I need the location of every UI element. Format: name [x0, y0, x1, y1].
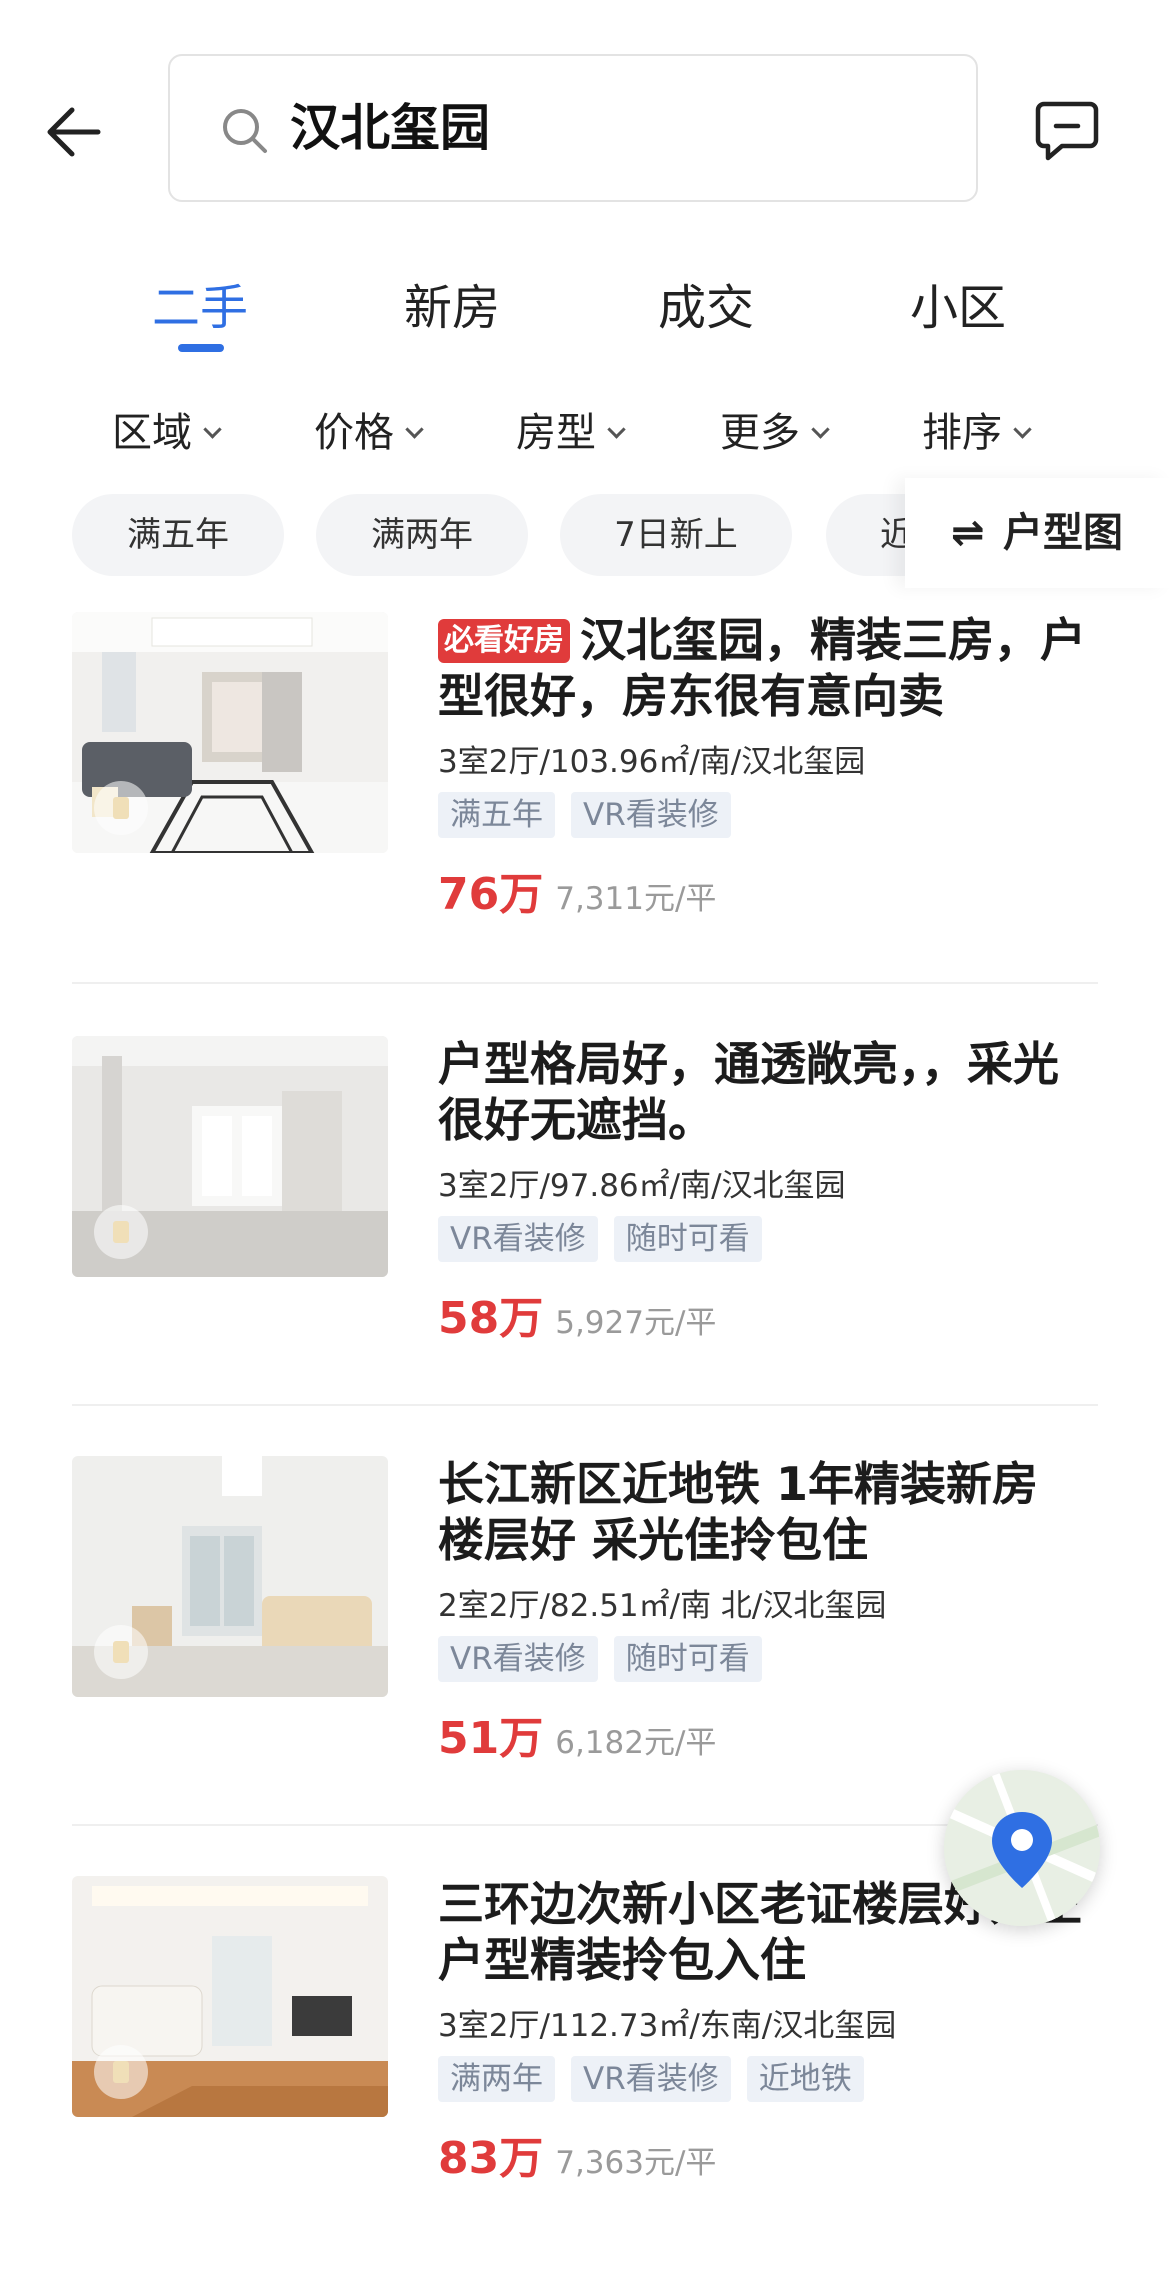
chevron-down-icon: [607, 420, 626, 439]
filter-more[interactable]: 更多: [720, 400, 830, 458]
listing-meta: 3室2厅/112.73㎡/东南/汉北玺园: [438, 2008, 897, 2044]
filter-district[interactable]: 区域: [112, 400, 222, 458]
tag: 近地铁: [746, 2056, 864, 2102]
tag: 满两年: [438, 2056, 555, 2102]
chip-two-years[interactable]: 满两年: [316, 494, 528, 576]
tab-second-hand[interactable]: 二手: [152, 268, 248, 338]
floor-plan-label: 户型图: [1003, 510, 1123, 556]
filter-label: 房型: [516, 410, 596, 456]
listing-tags: VR看装修 随时可看: [438, 1636, 778, 1682]
back-arrow-icon[interactable]: [40, 92, 120, 172]
listing-photo: [72, 612, 388, 853]
total-price: 83万: [438, 2133, 544, 2184]
tag: VR看装修: [571, 792, 731, 838]
listing-meta: 2室2厅/82.51㎡/南 北/汉北玺园: [438, 1588, 887, 1624]
swap-icon: ⇌: [951, 510, 985, 556]
listing-card[interactable]: 三环边次新小区老证楼层好方正户型精装拎包入住 3室2厅/112.73㎡/东南/汉…: [0, 1876, 1170, 2286]
listing-tags: 满两年 VR看装修 近地铁: [438, 2056, 880, 2102]
divider: [72, 1824, 1098, 1826]
filter-price[interactable]: 价格: [314, 400, 424, 458]
filter-layout[interactable]: 房型: [516, 400, 626, 458]
listing-title: 长江新区近地铁 1年精装新房 楼层好 采光佳拎包住: [438, 1457, 1039, 1567]
listing-title: 户型格局好，通透敞亮，，采光很好无遮挡。: [438, 1037, 1059, 1147]
chip-new-7-days[interactable]: 7日新上: [560, 494, 792, 576]
listing-price: 51万 6,182元/平: [438, 1702, 716, 1766]
unit-price: 6,182元/平: [555, 1725, 717, 1761]
divider: [72, 982, 1098, 984]
tag: VR看装修: [438, 1636, 598, 1682]
map-pin-icon: [944, 1770, 1100, 1926]
unit-price: 5,927元/平: [555, 1305, 717, 1341]
filter-sort[interactable]: 排序: [922, 400, 1032, 458]
filter-label: 价格: [314, 410, 394, 456]
listing-meta: 3室2厅/97.86㎡/南/汉北玺园: [438, 1168, 846, 1204]
chevron-down-icon: [811, 420, 830, 439]
vr-badge-icon: [94, 1205, 148, 1259]
chevron-down-icon: [203, 420, 222, 439]
search-box[interactable]: 汉北玺园: [168, 54, 978, 202]
vr-badge-icon: [94, 781, 148, 835]
vr-badge-icon: [94, 2045, 148, 2099]
tag: 随时可看: [613, 1216, 762, 1262]
active-tab-indicator: [178, 344, 224, 352]
chevron-down-icon: [1013, 420, 1032, 439]
listing-title: 必看好房 汉北玺园，精装三房，户型很好，房东很有意向卖: [438, 612, 1098, 724]
floor-plan-button[interactable]: ⇌ 户型图: [905, 478, 1170, 588]
filter-bar: 区域 价格 房型 更多 排序: [0, 390, 1170, 470]
message-icon[interactable]: [1032, 96, 1102, 166]
listing-tags: 满五年 VR看装修: [438, 792, 747, 838]
must-see-badge: 必看好房: [438, 619, 570, 663]
search-query: 汉北玺园: [290, 99, 490, 157]
total-price: 76万: [438, 869, 544, 920]
tab-new-house[interactable]: 新房: [404, 268, 500, 338]
divider: [72, 1404, 1098, 1406]
total-price: 51万: [438, 1713, 544, 1764]
total-price: 58万: [438, 1293, 544, 1344]
vr-badge-icon: [94, 1625, 148, 1679]
listing-tags: VR看装修 随时可看: [438, 1216, 778, 1262]
listing-price: 76万 7,311元/平: [438, 858, 716, 922]
unit-price: 7,311元/平: [555, 881, 717, 917]
filter-label: 区域: [112, 410, 192, 456]
chip-five-years[interactable]: 满五年: [72, 494, 284, 576]
tab-community[interactable]: 小区: [910, 268, 1006, 338]
filter-label: 更多: [720, 410, 800, 456]
listing-price: 83万 7,363元/平: [438, 2122, 716, 2186]
listing-price: 58万 5,927元/平: [438, 1282, 716, 1346]
chevron-down-icon: [405, 420, 424, 439]
tab-deals[interactable]: 成交: [658, 268, 754, 338]
listing-meta: 3室2厅/103.96㎡/南/汉北玺园: [438, 744, 866, 780]
tag: VR看装修: [571, 2056, 731, 2102]
listing-photo: [72, 1036, 388, 1277]
listing-photo: [72, 1876, 388, 2117]
map-view-button[interactable]: [944, 1770, 1100, 1926]
listing-card[interactable]: 户型格局好，通透敞亮，，采光很好无遮挡。 3室2厅/97.86㎡/南/汉北玺园 …: [0, 1036, 1170, 1446]
top-bar: 汉北玺园: [0, 0, 1170, 230]
tag: 满五年: [438, 792, 555, 838]
category-tabs: 二手 新房 成交 小区: [0, 260, 1170, 370]
filter-label: 排序: [922, 410, 1002, 456]
unit-price: 7,363元/平: [555, 2145, 717, 2181]
listing-card[interactable]: 必看好房 汉北玺园，精装三房，户型很好，房东很有意向卖 3室2厅/103.96㎡/…: [0, 612, 1170, 1022]
search-icon: [223, 109, 267, 153]
tag: 随时可看: [613, 1636, 762, 1682]
tag: VR看装修: [438, 1216, 598, 1262]
listing-photo: [72, 1456, 388, 1697]
